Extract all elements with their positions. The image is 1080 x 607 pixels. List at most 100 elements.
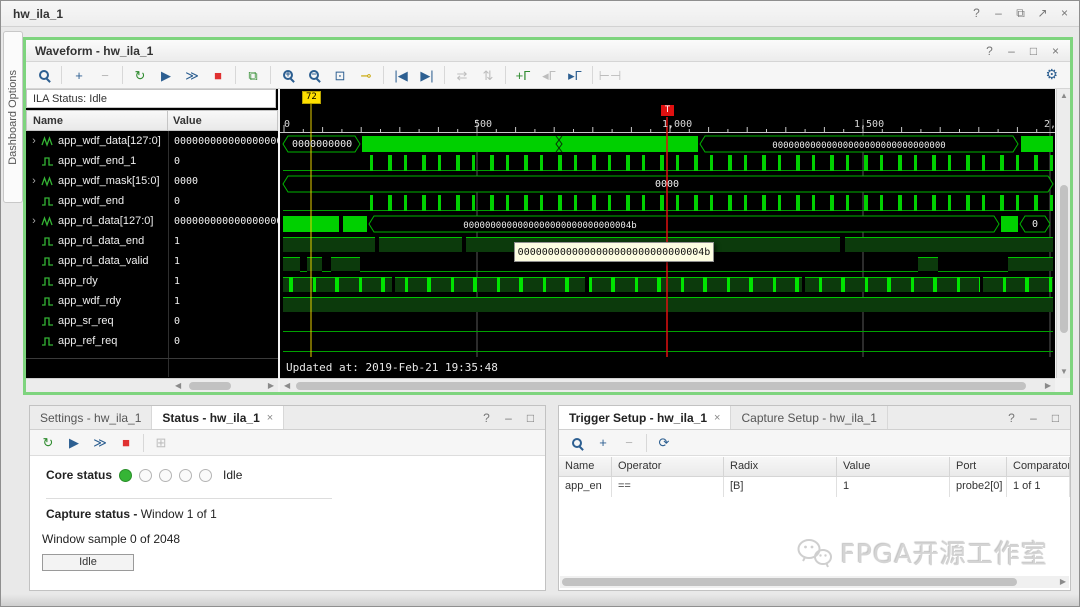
trigger-horizontal-scrollbar[interactable]: ▶ bbox=[560, 576, 1069, 588]
help-button[interactable]: ? bbox=[970, 6, 983, 20]
auto-re-trigger-icon[interactable]: ⟳ bbox=[652, 432, 676, 454]
column-header[interactable]: Value bbox=[837, 457, 950, 476]
scroll-up-icon[interactable]: ▲ bbox=[1060, 91, 1068, 100]
remove-probe-icon[interactable]: − bbox=[617, 432, 641, 454]
stop-icon[interactable]: ■ bbox=[206, 64, 230, 86]
scroll-right-icon[interactable]: ▶ bbox=[1045, 381, 1051, 391]
help-button[interactable]: ? bbox=[983, 44, 996, 58]
marker-flag[interactable]: 72 bbox=[302, 91, 321, 104]
run-continuous-icon[interactable]: ≫ bbox=[88, 432, 112, 454]
waveform-horizontal-scrollbar[interactable]: ◀ ▶ bbox=[280, 378, 1055, 392]
column-header[interactable]: Name bbox=[559, 457, 612, 476]
window-titlebar[interactable]: hw_ila_1 ?–⧉↗× bbox=[1, 1, 1079, 27]
search-icon[interactable] bbox=[565, 432, 589, 454]
signal-row[interactable]: app_rd_data_end1 bbox=[26, 231, 278, 251]
signal-name-cell[interactable]: app_rdy bbox=[26, 275, 168, 287]
previous-transition-icon[interactable]: |◀ bbox=[389, 64, 413, 86]
trigger-flag[interactable]: T bbox=[661, 105, 674, 116]
swap-cursors-icon[interactable]: ⇄ bbox=[450, 64, 474, 86]
signal-name-cell[interactable]: app_rd_data_end bbox=[26, 235, 168, 247]
float-button[interactable]: ↗ bbox=[1036, 6, 1049, 20]
add-icon[interactable]: + bbox=[67, 64, 91, 86]
run-continuous-icon[interactable]: ≫ bbox=[180, 64, 204, 86]
add-probe-icon[interactable]: + bbox=[591, 432, 615, 454]
settings-gear-icon[interactable]: ⚙ bbox=[1045, 66, 1058, 83]
help-button[interactable]: ? bbox=[1005, 411, 1018, 425]
signal-name-cell[interactable]: app_sr_req bbox=[26, 315, 168, 327]
tab-settings[interactable]: Settings - hw_ila_1 bbox=[30, 406, 152, 429]
run-immediate-icon[interactable]: ▶ bbox=[154, 64, 178, 86]
stop-icon[interactable]: ■ bbox=[114, 432, 138, 454]
expand-icon[interactable]: › bbox=[30, 215, 38, 227]
signal-row[interactable]: app_rd_data_valid1 bbox=[26, 251, 278, 271]
dashboard-options-tab[interactable]: Dashboard Options bbox=[3, 31, 23, 203]
signal-row[interactable]: app_sr_req0 bbox=[26, 311, 278, 331]
close-icon[interactable]: × bbox=[714, 412, 720, 424]
column-header[interactable]: Radix bbox=[724, 457, 837, 476]
go-to-trigger-icon[interactable]: ⊸ bbox=[354, 64, 378, 86]
next-transition-icon[interactable]: ▶| bbox=[415, 64, 439, 86]
names-horizontal-scrollbar[interactable]: ◀ ▶ bbox=[26, 378, 278, 392]
scroll-down-icon[interactable]: ▼ bbox=[1060, 367, 1068, 376]
expand-icon[interactable]: › bbox=[30, 175, 38, 187]
zoom-fit-icon[interactable]: ⊡ bbox=[328, 64, 352, 86]
add-marker-icon[interactable]: +Γ bbox=[511, 64, 535, 86]
trigger-cell[interactable]: probe2[0] bbox=[950, 477, 1007, 497]
next-marker-icon[interactable]: ▸Γ bbox=[563, 64, 587, 86]
signal-name-cell[interactable]: ›app_wdf_mask[15:0] bbox=[26, 175, 168, 187]
signal-row[interactable]: app_wdf_end0 bbox=[26, 191, 278, 211]
name-column-header[interactable]: Name bbox=[27, 115, 167, 127]
zoom-out-icon[interactable]: − bbox=[302, 64, 326, 86]
signal-name-cell[interactable]: app_rd_data_valid bbox=[26, 255, 168, 267]
minimize-button[interactable]: – bbox=[992, 6, 1005, 20]
trigger-cell[interactable]: 1 of 1 bbox=[1007, 477, 1070, 497]
maximize-button[interactable]: □ bbox=[1049, 411, 1062, 425]
close-button[interactable]: × bbox=[1058, 6, 1071, 20]
column-header[interactable]: Port bbox=[950, 457, 1007, 476]
scrollbar-thumb[interactable] bbox=[296, 382, 1026, 390]
zoom-in-icon[interactable]: + bbox=[276, 64, 300, 86]
scrollbar-thumb[interactable] bbox=[562, 578, 1017, 586]
signal-name-cell[interactable]: app_ref_req bbox=[26, 335, 168, 347]
scrollbar-thumb[interactable] bbox=[1060, 185, 1068, 333]
minimize-button[interactable]: – bbox=[502, 411, 515, 425]
scroll-left-icon[interactable]: ◀ bbox=[175, 381, 181, 391]
minimize-button[interactable]: – bbox=[1005, 44, 1018, 58]
run-trigger-icon[interactable]: ↻ bbox=[128, 64, 152, 86]
maximize-button[interactable]: □ bbox=[1027, 44, 1040, 58]
signal-row[interactable]: ›app_rd_data[127:0]000000000000000000000… bbox=[26, 211, 278, 231]
trigger-cell[interactable]: [B] bbox=[724, 477, 837, 497]
signal-row[interactable]: app_rdy1 bbox=[26, 271, 278, 291]
column-header[interactable]: Comparator U bbox=[1007, 457, 1070, 476]
signal-name-cell[interactable]: ›app_rd_data[127:0] bbox=[26, 215, 168, 227]
snap-to-transition-icon[interactable]: ⊢⊣ bbox=[598, 64, 622, 86]
trigger-cell[interactable]: 1 bbox=[837, 477, 950, 497]
maximize-button[interactable]: □ bbox=[524, 411, 537, 425]
help-button[interactable]: ? bbox=[480, 411, 493, 425]
scroll-left-icon[interactable]: ◀ bbox=[284, 381, 290, 391]
expand-icon[interactable]: › bbox=[30, 135, 38, 147]
signal-name-cell[interactable]: app_wdf_end bbox=[26, 195, 168, 207]
export-data-icon[interactable]: ⧉ bbox=[241, 64, 265, 86]
waveform-header[interactable]: Waveform - hw_ila_1 ?–□× bbox=[26, 40, 1070, 62]
previous-marker-icon[interactable]: ◂Γ bbox=[537, 64, 561, 86]
waveform-canvas[interactable]: 05001,0001,5002,00 72 T 0000000000 00000… bbox=[280, 89, 1055, 378]
signal-row[interactable]: ›app_wdf_mask[15:0]0000 bbox=[26, 171, 278, 191]
link-cursors-icon[interactable]: ⇅ bbox=[476, 64, 500, 86]
value-column-header[interactable]: Value bbox=[167, 111, 277, 130]
tab-capture-setup[interactable]: Capture Setup - hw_ila_1 bbox=[731, 406, 887, 429]
minimize-button[interactable]: – bbox=[1027, 411, 1040, 425]
signal-name-cell[interactable]: ›app_wdf_data[127:0] bbox=[26, 135, 168, 147]
run-immediate-icon[interactable]: ▶ bbox=[62, 432, 86, 454]
trigger-cell[interactable]: app_en bbox=[559, 477, 612, 497]
signal-row[interactable]: app_wdf_rdy1 bbox=[26, 291, 278, 311]
signal-row[interactable]: app_ref_req0 bbox=[26, 331, 278, 351]
scrollbar-thumb[interactable] bbox=[189, 382, 231, 390]
trigger-cell[interactable]: == bbox=[612, 477, 724, 497]
tab-trigger-setup[interactable]: Trigger Setup - hw_ila_1 × bbox=[559, 406, 731, 429]
waveform-vertical-scrollbar[interactable]: ▲ ▼ bbox=[1056, 89, 1070, 378]
dashboard-layout-icon[interactable]: ⊞ bbox=[149, 432, 173, 454]
signal-row[interactable]: ›app_wdf_data[127:0]00000000000000000000… bbox=[26, 131, 278, 151]
signal-name-cell[interactable]: app_wdf_rdy bbox=[26, 295, 168, 307]
search-icon[interactable] bbox=[32, 64, 56, 86]
